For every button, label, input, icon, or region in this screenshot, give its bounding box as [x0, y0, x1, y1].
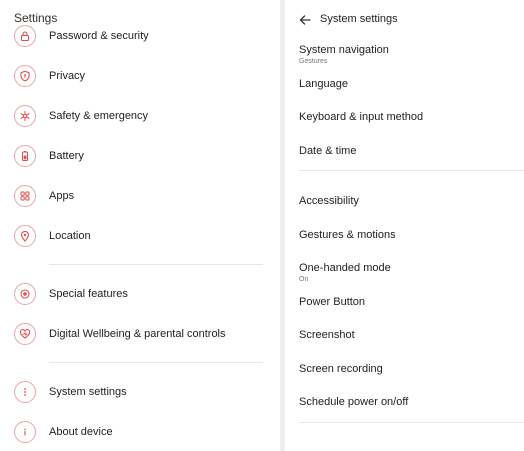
settings-item-system-settings[interactable]: System settings: [0, 374, 280, 414]
settings-item-label: Location: [49, 230, 91, 242]
settings-item-label: Safety & emergency: [49, 110, 149, 122]
system-item-label: Keyboard & input method: [299, 111, 424, 123]
system-item-label: One-handed mode: [299, 262, 391, 274]
system-item-screenshot[interactable]: Screenshot: [285, 329, 524, 359]
system-item-value: Gestures: [299, 58, 328, 65]
system-item-value: On: [299, 276, 309, 283]
system-settings-panel: System settings System navigation Gesture…: [285, 0, 524, 451]
system-item-label: System navigation: [299, 44, 389, 56]
settings-item-battery[interactable]: Battery: [0, 138, 280, 178]
settings-item-label: Battery: [49, 150, 84, 162]
lock-icon: [14, 25, 36, 47]
system-item-screen-recording[interactable]: Screen recording: [285, 363, 524, 393]
settings-item-password-security[interactable]: Password & security: [0, 18, 280, 58]
settings-item-label: Privacy: [49, 70, 86, 82]
system-item-keyboard-input-method[interactable]: Keyboard & input method: [285, 111, 524, 141]
system-item-power-button[interactable]: Power Button: [285, 296, 524, 326]
system-item-label: Power Button: [299, 295, 366, 308]
system-item-label: Gestures & motions: [299, 228, 396, 241]
location-pin-icon: [14, 225, 36, 247]
settings-item-label: Apps: [49, 190, 75, 202]
more-vertical-icon: [14, 381, 36, 403]
section-divider: [299, 170, 524, 171]
settings-item-label: Special features: [49, 288, 128, 300]
settings-item-apps[interactable]: Apps: [0, 178, 280, 218]
system-item-system-navigation[interactable]: System navigation Gestures: [285, 44, 524, 74]
safety-asterisk-icon: [14, 105, 36, 127]
system-item-label: Language: [299, 77, 348, 90]
settings-item-digital-wellbeing-parental-controls[interactable]: Digital Wellbeing & parental controls: [0, 316, 280, 356]
system-settings-title: System settings: [320, 13, 398, 25]
settings-item-about-device[interactable]: About device: [0, 414, 280, 451]
system-item-language[interactable]: Language: [285, 78, 524, 108]
info-icon: [14, 421, 36, 443]
settings-item-location[interactable]: Location: [0, 218, 280, 258]
system-item-label: Schedule power on/off: [299, 396, 409, 408]
section-divider: [299, 421, 524, 423]
system-item-label: Accessibility: [299, 195, 359, 207]
settings-item-label: System settings: [49, 386, 127, 398]
system-item-label: Screenshot: [299, 329, 355, 341]
system-item-label: Date & time: [299, 144, 357, 157]
settings-item-label: Digital Wellbeing & parental controls: [49, 328, 226, 340]
battery-icon: [14, 145, 36, 167]
settings-panel: Settings Password & security Privacy Safet…: [0, 0, 280, 451]
settings-item-label: Password & security: [49, 30, 149, 42]
back-arrow-icon[interactable]: [298, 13, 312, 27]
section-divider: [49, 362, 263, 363]
apps-grid-icon: [14, 185, 36, 207]
privacy-shield-icon: [14, 65, 36, 87]
system-item-label: Screen recording: [299, 362, 383, 375]
system-item-gestures-motions[interactable]: Gestures & motions: [285, 229, 524, 259]
settings-item-safety-emergency[interactable]: Safety & emergency: [0, 98, 280, 138]
settings-item-special-features[interactable]: Special features: [0, 276, 280, 316]
special-features-icon: [14, 283, 36, 305]
system-item-one-handed-mode[interactable]: One-handed mode On: [285, 262, 524, 292]
wellbeing-heart-icon: [14, 323, 36, 345]
system-item-accessibility[interactable]: Accessibility: [285, 195, 524, 225]
settings-item-label: About device: [49, 426, 113, 438]
settings-item-privacy[interactable]: Privacy: [0, 58, 280, 98]
system-settings-header: System settings: [298, 12, 498, 28]
section-divider: [49, 264, 263, 265]
